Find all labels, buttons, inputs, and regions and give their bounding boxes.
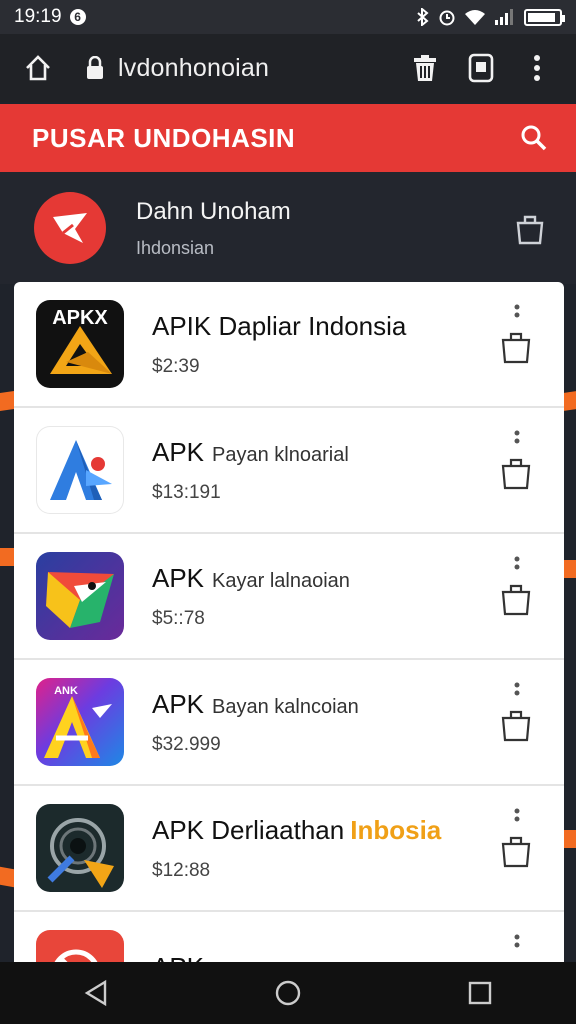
app-accent-text: Inbosia bbox=[350, 814, 442, 845]
trash-icon bbox=[414, 55, 436, 81]
notification-badge: 6 bbox=[69, 9, 86, 25]
home-circle-icon[interactable] bbox=[274, 979, 302, 1007]
bag-icon[interactable] bbox=[500, 834, 532, 868]
account-name: Dahn Unoham bbox=[136, 197, 291, 225]
more-vertical-icon[interactable] bbox=[514, 304, 520, 326]
wifi-icon bbox=[465, 10, 485, 25]
svg-text:APKX: APKX bbox=[52, 307, 108, 329]
background-stripe bbox=[564, 830, 576, 848]
home-icon bbox=[26, 55, 50, 81]
store-header: PUSAR UNDOHASIN bbox=[0, 104, 576, 172]
battery-icon bbox=[524, 8, 565, 26]
app-price: $32.999 bbox=[152, 733, 221, 755]
more-vertical-icon[interactable] bbox=[514, 808, 520, 830]
system-nav-bar bbox=[0, 962, 576, 1024]
delete-button[interactable] bbox=[404, 47, 446, 89]
list-item[interactable]: APK Derliaathan Inbosia $12:88 bbox=[14, 786, 564, 912]
avatar bbox=[34, 192, 106, 264]
bag-icon[interactable] bbox=[500, 330, 532, 364]
app-title: APIK Dapliar Indonsia bbox=[152, 310, 407, 341]
more-vertical-icon[interactable] bbox=[514, 934, 520, 956]
app-list: APKX APIK Dapliar Indonsia $2:39 APK Pay… bbox=[14, 282, 564, 1002]
back-icon[interactable] bbox=[83, 979, 109, 1007]
more-vertical-icon[interactable] bbox=[514, 682, 520, 704]
account-row[interactable]: Dahn Unoham Ihdonsian bbox=[0, 172, 576, 284]
browser-toolbar: lvdonhonoian bbox=[0, 34, 576, 102]
search-icon[interactable] bbox=[520, 124, 548, 152]
account-subtitle: Ihdonsian bbox=[136, 237, 215, 258]
app-title: APK bbox=[152, 562, 205, 593]
background-stripe bbox=[0, 866, 14, 888]
app-price: $5::78 bbox=[152, 607, 205, 629]
app-subtitle: Bayan kalncoian bbox=[212, 695, 359, 718]
row-actions[interactable] bbox=[496, 808, 540, 888]
app-price: $13:191 bbox=[152, 481, 221, 503]
app-subtitle: Kayar lalnaoian bbox=[212, 569, 350, 592]
url-field[interactable]: lvdonhonoian bbox=[118, 54, 390, 83]
list-item[interactable]: APK Kayar lalnaoian $5::78 bbox=[14, 534, 564, 660]
blue-a-icon bbox=[36, 426, 124, 514]
background-stripe bbox=[564, 560, 576, 578]
more-vertical-icon bbox=[534, 55, 540, 81]
status-time: 19:19 bbox=[14, 6, 62, 27]
list-item[interactable]: APKX APIK Dapliar Indonsia $2:39 bbox=[14, 282, 564, 408]
list-item[interactable]: APK Payan klnoarial $13:191 bbox=[14, 408, 564, 534]
lens-tools-icon bbox=[36, 804, 124, 892]
app-price: $12:88 bbox=[152, 859, 211, 881]
colorful-a-icon: ANK bbox=[36, 678, 124, 766]
background-stripe bbox=[564, 391, 576, 411]
background-stripe bbox=[0, 391, 14, 411]
row-actions[interactable] bbox=[496, 304, 540, 384]
triangle-arrow-icon bbox=[36, 552, 124, 640]
bag-icon[interactable] bbox=[500, 708, 532, 742]
row-actions[interactable] bbox=[496, 556, 540, 636]
tabs-button[interactable] bbox=[460, 47, 502, 89]
tab-switcher-icon bbox=[468, 53, 494, 83]
svg-text:ANK: ANK bbox=[54, 685, 78, 697]
bag-icon[interactable] bbox=[500, 582, 532, 616]
recents-icon[interactable] bbox=[467, 980, 493, 1006]
apk-gold-a-icon: APKX bbox=[36, 300, 124, 388]
background-stripe bbox=[0, 548, 14, 566]
more-vertical-icon[interactable] bbox=[514, 556, 520, 578]
app-title: APK bbox=[152, 688, 205, 719]
app-subtitle: Payan klnoarial bbox=[212, 443, 349, 466]
bag-icon[interactable] bbox=[500, 456, 532, 490]
status-bar: 19:19 6 bbox=[0, 0, 576, 34]
store-logo-icon bbox=[53, 213, 87, 243]
more-vertical-icon[interactable] bbox=[514, 430, 520, 452]
row-actions[interactable] bbox=[496, 430, 540, 510]
page-title: PUSAR UNDOHASIN bbox=[32, 122, 296, 153]
bag-icon[interactable] bbox=[514, 211, 546, 245]
more-options-button[interactable] bbox=[516, 47, 558, 89]
lock-icon bbox=[86, 51, 110, 85]
list-item[interactable]: ANK APK Bayan kalncoian $32.999 bbox=[14, 660, 564, 786]
row-actions[interactable] bbox=[496, 682, 540, 762]
home-button[interactable] bbox=[18, 48, 58, 88]
app-title: APK bbox=[152, 436, 205, 467]
signal-icon bbox=[495, 9, 513, 25]
alarm-icon bbox=[439, 10, 455, 26]
app-title: APK Derliaathan bbox=[152, 814, 345, 845]
app-price: $2:39 bbox=[152, 355, 200, 377]
bluetooth-icon bbox=[417, 8, 429, 26]
